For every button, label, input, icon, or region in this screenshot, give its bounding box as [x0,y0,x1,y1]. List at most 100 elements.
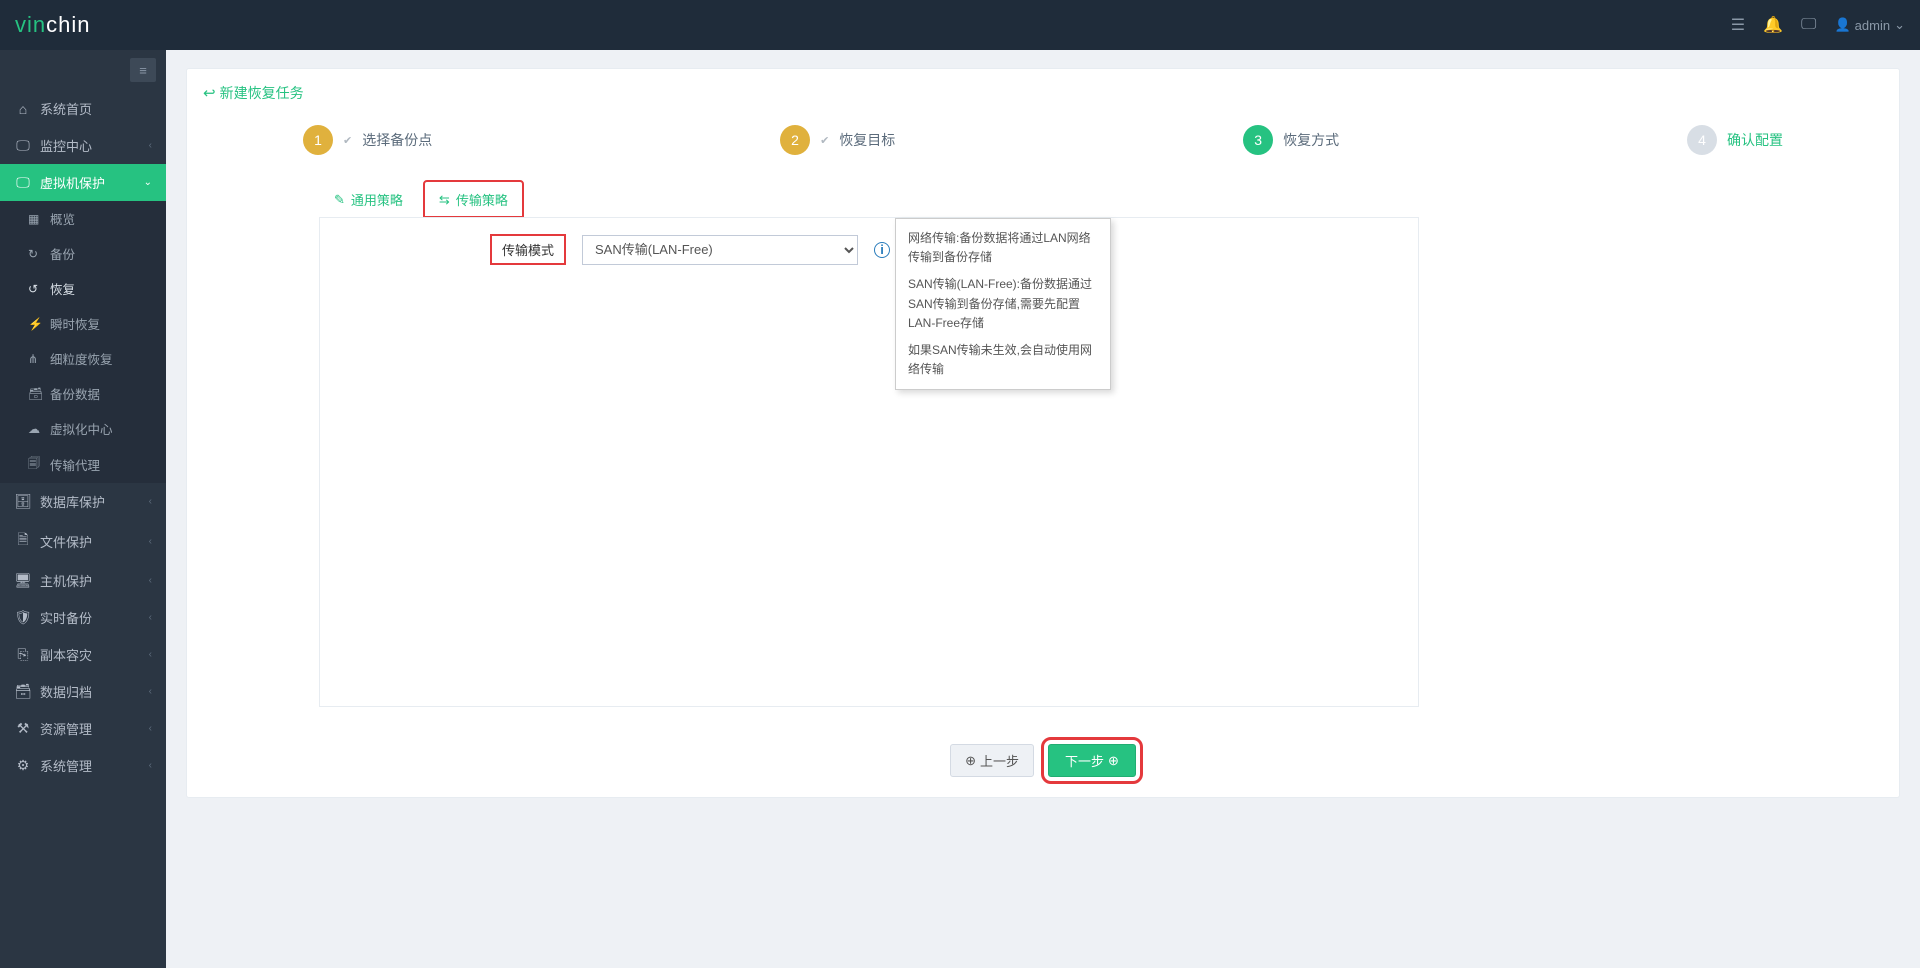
step-label: 选择备份点 [362,130,432,150]
sidebar-item-home[interactable]: ⌂ 系统首页 [0,90,166,127]
header-actions: ☰ 🔔 🖵 👤 admin ⌄ [1731,15,1905,35]
database-icon: 🗄 [14,493,32,510]
wizard-steps: 1 ✔ 选择备份点 2 ✔ 恢复目标 3 恢复方式 4 确认配置 [303,125,1783,155]
archive-icon: 🗃 [14,683,32,700]
list-icon[interactable]: ☰ [1731,15,1745,35]
bolt-icon: ⚡ [28,317,44,331]
step-circle: 4 [1687,125,1717,155]
panel-title: ↩ 新建恢复任务 [203,83,1883,103]
info-icon[interactable]: i [874,242,890,258]
brand-prefix: vin [15,12,46,38]
sidebar-item-label: 系统管理 [40,756,92,775]
bell-icon[interactable]: 🔔 [1763,15,1783,35]
tab-label: 传输策略 [456,190,508,209]
content-area: ↩ 新建恢复任务 1 ✔ 选择备份点 2 ✔ 恢复目标 3 恢复方式 [166,50,1920,968]
chevron-icon: ‹ [149,575,152,586]
user-menu[interactable]: 👤 admin ⌄ [1834,17,1905,33]
transfer-mode-tooltip: 网络传输:备份数据将通过LAN网络传输到备份存储 SAN传输(LAN-Free)… [895,218,1111,390]
cloud-icon: ☁ [28,422,44,436]
sidebar-toggle-row: ≡ [0,50,166,90]
wizard-buttons: ⊕ 上一步 下一步 ⊕ [203,714,1883,777]
submenu-transfer-agent[interactable]: 🗐传输代理 [0,446,166,483]
user-icon: 👤 [1834,17,1850,33]
prev-button[interactable]: ⊕ 上一步 [950,744,1034,777]
sidebar-item-resource[interactable]: ⚒资源管理‹ [0,710,166,747]
transfer-mode-label: 传输模式 [490,234,566,265]
submenu-backup[interactable]: ↻备份 [0,236,166,271]
chevron-icon: ‹ [149,140,152,151]
submenu-restore[interactable]: ↺ 恢复 [0,271,166,306]
monitor-icon[interactable]: 🖵 [1801,16,1816,34]
display-icon: 🖵 [14,174,32,191]
tooltip-line: SAN传输(LAN-Free):备份数据通过SAN传输到备份存储,需要先配置LA… [908,275,1098,333]
strategy-tabs: ✎ 通用策略 ⇆ 传输策略 [319,181,1883,217]
user-label: admin [1855,18,1890,33]
sidebar-collapse-button[interactable]: ≡ [130,58,156,82]
edit-icon: ✎ [334,192,345,208]
step-3: 3 恢复方式 [1243,125,1339,155]
sidebar-item-label: 副本容灾 [40,645,92,664]
brand-suffix: chin [46,12,90,38]
check-icon: ✔ [820,134,829,147]
submenu-instant-restore[interactable]: ⚡ 瞬时恢复 [0,306,166,341]
check-icon: ✔ [343,134,352,147]
submenu-label: 虚拟化中心 [50,419,113,438]
sidebar-item-label: 数据归档 [40,682,92,701]
chevron-icon: ‹ [149,536,152,547]
chevron-icon: ‹ [149,649,152,660]
copy-icon: 🗐 [28,454,44,475]
submenu-virt-center[interactable]: ☁ 虚拟化中心 [0,411,166,446]
tooltip-line: 如果SAN传输未生效,会自动使用网络传输 [908,341,1098,379]
tab-body: 传输模式 SAN传输(LAN-Free) i 网络传输:备份数据将通过LAN网络… [319,217,1419,707]
submenu-overview[interactable]: ▦ 概览 [0,201,166,236]
grid-icon: ▦ [28,212,44,226]
sidebar-item-system[interactable]: ⚙系统管理‹ [0,747,166,784]
submenu-label: 细粒度恢复 [50,349,113,368]
tab-label: 通用策略 [351,190,403,209]
restore-icon: ↺ [28,282,44,296]
top-header: vinchin ☰ 🔔 🖵 👤 admin ⌄ [0,0,1920,50]
submenu-label: 瞬时恢复 [50,314,100,333]
sidebar-item-label: 实时备份 [40,608,92,627]
sidebar-item-label: 主机保护 [40,571,92,590]
step-circle: 2 [780,125,810,155]
step-1: 1 ✔ 选择备份点 [303,125,432,155]
archive-icon: 🗃 [28,387,44,401]
sidebar-item-file-protect[interactable]: 🗎文件保护‹ [0,520,166,562]
main-panel: ↩ 新建恢复任务 1 ✔ 选择备份点 2 ✔ 恢复目标 3 恢复方式 [186,68,1900,798]
sidebar-item-label: 虚拟机保护 [40,173,105,192]
transfer-mode-select[interactable]: SAN传输(LAN-Free) [582,235,858,265]
tab-general-strategy[interactable]: ✎ 通用策略 [319,181,418,217]
copy-icon: ⎘ [14,646,32,663]
sidebar-item-label: 数据库保护 [40,492,105,511]
next-button-label: 下一步 [1065,751,1104,770]
prev-button-label: 上一步 [980,751,1019,770]
tab-transfer-strategy[interactable]: ⇆ 传输策略 [424,181,523,217]
submenu-label: 恢复 [50,279,75,298]
step-2: 2 ✔ 恢复目标 [780,125,895,155]
sidebar-item-replica-dr[interactable]: ⎘ 副本容灾 ‹ [0,636,166,673]
refresh-icon: ↻ [28,247,44,261]
chevron-icon: ‹ [149,496,152,507]
chevron-icon: ‹ [149,612,152,623]
brand-logo: vinchin [15,12,90,38]
host-icon: 🖥 [14,572,32,589]
submenu-granular-restore[interactable]: ⋔细粒度恢复 [0,341,166,376]
step-label: 恢复目标 [839,130,895,150]
chevron-down-icon: ⌄ [1894,17,1905,33]
submenu-backup-data[interactable]: 🗃备份数据 [0,376,166,411]
submenu-label: 概览 [50,209,75,228]
sidebar-item-realtime-backup[interactable]: 🛡 实时备份 ‹ [0,599,166,636]
sidebar-item-monitor[interactable]: 🖵 监控中心 ‹ [0,127,166,164]
sidebar-item-label: 文件保护 [40,532,92,551]
sidebar-item-host-protect[interactable]: 🖥 主机保护 ‹ [0,562,166,599]
tooltip-line: 网络传输:备份数据将通过LAN网络传输到备份存储 [908,229,1098,267]
shield-icon: 🛡 [14,609,32,626]
step-label: 恢复方式 [1283,130,1339,150]
next-button[interactable]: 下一步 ⊕ [1048,744,1136,777]
sidebar-item-vm-protect[interactable]: 🖵 虚拟机保护 ⌄ [0,164,166,201]
sidebar-item-archive[interactable]: 🗃数据归档‹ [0,673,166,710]
chevron-down-icon: ⌄ [144,177,152,188]
chevron-icon: ‹ [149,723,152,734]
sidebar-item-db-protect[interactable]: 🗄 数据库保护 ‹ [0,483,166,520]
